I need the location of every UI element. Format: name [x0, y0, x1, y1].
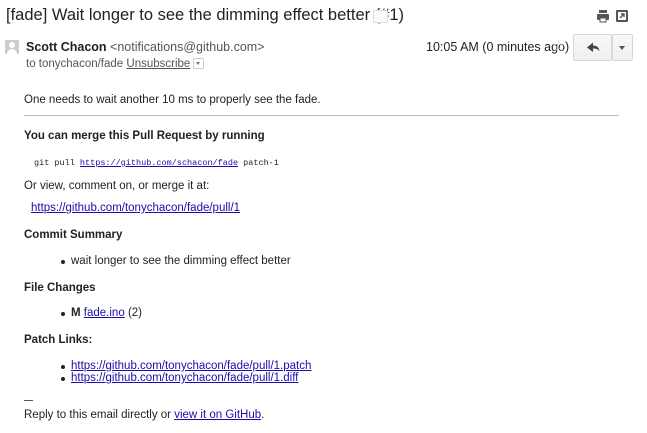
file-link[interactable]: fade.ino — [84, 307, 125, 319]
recipient-line: to tonychacon/fade Unsubscribe — [26, 58, 205, 70]
footer-line: Reply to this email directly or view it … — [24, 409, 264, 421]
patch-links-heading: Patch Links: — [24, 334, 93, 346]
bullet — [61, 365, 65, 369]
unsubscribe-link[interactable]: Unsubscribe — [126, 58, 190, 70]
file-change-count: (2) — [127, 307, 142, 319]
git-command-prefix: git pull — [34, 158, 75, 168]
commit-summary-heading: Commit Summary — [24, 229, 123, 241]
reply-icon — [587, 42, 600, 52]
reply-button[interactable] — [573, 34, 612, 61]
footer-suffix: . — [261, 409, 265, 421]
intro-text: One needs to wait another 10 ms to prope… — [24, 94, 321, 106]
merge-heading: You can merge this Pull Request by runni… — [24, 130, 265, 142]
email-subject: [fade] Wait longer to see the dimming ef… — [6, 6, 405, 24]
new-window-icon[interactable] — [615, 9, 629, 23]
sender-line: Scott Chacon <notifications@github.com> — [26, 40, 265, 54]
recipient-text: to tonychacon/fade — [26, 58, 124, 70]
file-changes-heading: File Changes — [24, 282, 96, 294]
git-command-suffix: patch-1 — [243, 158, 279, 168]
sender-name[interactable]: Scott Chacon — [26, 40, 107, 54]
file-change-item: M fade.ino (2) — [71, 307, 142, 319]
timestamp: 10:05 AM (0 minutes ago) — [426, 40, 570, 54]
git-url-link[interactable]: https://github.com/schacon/fade — [80, 158, 238, 168]
sender-email: <notifications@github.com> — [110, 40, 265, 54]
signature-separator — [24, 400, 33, 401]
more-options-button[interactable] — [612, 34, 633, 61]
bullet — [61, 260, 65, 264]
avatar — [5, 40, 19, 54]
footer-text: Reply to this email directly or — [24, 409, 171, 421]
file-status: M — [71, 307, 81, 319]
patch-link[interactable]: https://github.com/tonychacon/fade/pull/… — [71, 360, 311, 372]
bullet — [61, 312, 65, 316]
or-view-text: Or view, comment on, or merge it at: — [24, 180, 210, 192]
pull-request-link[interactable]: https://github.com/tonychacon/fade/pull/… — [31, 202, 240, 214]
details-dropdown-icon[interactable] — [193, 58, 205, 70]
commit-item: wait longer to see the dimming effect be… — [71, 255, 291, 267]
git-command: git pull https://github.com/schacon/fade… — [34, 158, 279, 168]
divider — [24, 115, 619, 116]
view-on-github-link[interactable]: view it on GitHub — [174, 409, 261, 421]
label-toggle[interactable] — [373, 10, 388, 23]
diff-link[interactable]: https://github.com/tonychacon/fade/pull/… — [71, 372, 298, 384]
star-icon[interactable]: ☆ — [552, 37, 565, 55]
print-icon[interactable] — [596, 9, 610, 23]
bullet — [61, 377, 65, 381]
